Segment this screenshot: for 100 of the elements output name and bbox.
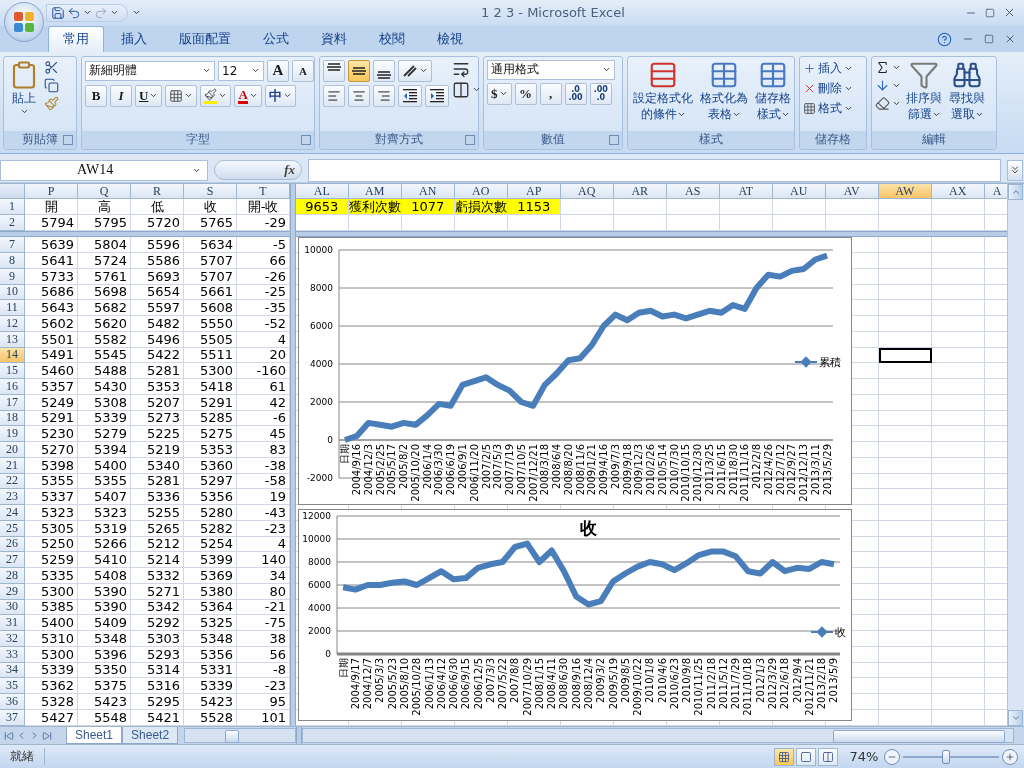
axis-tick-label: 2010/6/23 [668, 658, 680, 710]
table-cell: 高 [78, 199, 131, 216]
cells-button[interactable]: 格式 [803, 99, 853, 117]
shrink-font-button[interactable]: A [292, 59, 314, 82]
axis-tick-label: 2010/2/26 [644, 444, 656, 496]
axis-tick-label: 2010/10/15 [680, 444, 692, 502]
column-header[interactable]: AO [454, 184, 508, 200]
axis-tick-label: 10000 [304, 245, 333, 256]
table-cell: 5266 [78, 536, 131, 553]
table-cell: 5331 [184, 662, 237, 679]
axis-tick-label: 4000 [307, 603, 331, 614]
ribbon-tab[interactable]: 校閱 [364, 25, 420, 52]
insert-function-button[interactable]: fx [214, 160, 302, 181]
font-color-button[interactable]: A [234, 84, 262, 107]
table-cell: 5336 [131, 489, 184, 506]
number-format-field[interactable]: 通用格式 [487, 59, 615, 80]
axis-tick-label: 2000 [309, 397, 333, 408]
table-cell: 5355 [25, 473, 78, 490]
table-cell: 5212 [131, 536, 184, 553]
column-header[interactable]: S [184, 184, 237, 200]
table-cell: 5380 [184, 583, 237, 600]
axis-tick-label: 2012/3/29 [766, 658, 778, 710]
table-cell: 開 [25, 199, 78, 216]
name-box[interactable]: AW14 [0, 159, 208, 181]
table-cell: 5608 [184, 300, 237, 317]
column-header[interactable]: AU [772, 184, 826, 200]
table-cell: 5249 [25, 394, 78, 411]
status-text: 就緒 [0, 748, 45, 766]
ribbon-tab[interactable]: 常用 [48, 25, 104, 52]
styles-button[interactable]: 格式化為 表格 [698, 59, 750, 131]
column-header[interactable]: AT [719, 184, 773, 200]
column-header[interactable]: AL [295, 184, 349, 200]
column-header[interactable]: AN [401, 184, 455, 200]
column-header[interactable]: AV [825, 184, 879, 200]
group-label: 儲存格 [815, 131, 851, 149]
ribbon-tab[interactable]: 版面配置 [164, 25, 246, 52]
italic-button[interactable]: I [110, 84, 132, 107]
column-header[interactable]: AW [878, 184, 932, 200]
column-header[interactable]: AR [613, 184, 667, 200]
cells-button[interactable]: 刪除 [803, 79, 853, 97]
column-header[interactable]: P [25, 184, 78, 200]
table-cell: 5328 [25, 694, 78, 710]
table-cell: 5291 [25, 410, 78, 427]
find-select-button[interactable]: 尋找與 選取 [947, 59, 987, 131]
table-cell: 5325 [184, 615, 237, 632]
table-cell: 9653 [295, 199, 349, 216]
column-header[interactable]: Q [78, 184, 131, 200]
table-cell: 5482 [131, 316, 184, 332]
table-cell: 5528 [184, 709, 237, 726]
axis-tick-label: 2012/1/3 [754, 658, 766, 704]
column-header[interactable]: T [237, 184, 290, 200]
axis-tick-label: 2008/12/4 [582, 658, 594, 710]
column-header[interactable]: AM [348, 184, 402, 200]
paste-button[interactable]: 貼上 [7, 59, 41, 131]
column-header[interactable]: AQ [560, 184, 614, 200]
styles-button[interactable]: 設定格式化 的條件 [631, 59, 695, 131]
table-cell: 5265 [131, 520, 184, 537]
column-header[interactable]: AP [507, 184, 561, 200]
font-name-field[interactable]: 新細明體 [85, 60, 215, 81]
column-header[interactable]: AS [666, 184, 720, 200]
bold-button[interactable]: B [85, 84, 107, 107]
ribbon-tab[interactable]: 插入 [106, 25, 162, 52]
axis-tick-label: 2011/10/18 [742, 658, 754, 716]
underline-button[interactable]: U [135, 84, 163, 107]
grow-font-button[interactable]: A [267, 59, 289, 82]
group-label: 編輯 [922, 131, 946, 149]
axis-tick-label: 2004/9/16 [350, 444, 362, 496]
axis-tick-label: 2005/8/2 [397, 444, 409, 490]
sheet-tab[interactable]: Sheet1 [66, 727, 123, 745]
phonetic-button[interactable]: 中 [264, 84, 296, 107]
font-size-field[interactable]: 12 [218, 60, 264, 81]
axis-tick-label: 2008/9/16 [570, 658, 582, 710]
axis-tick-label: 2008/6/4 [550, 444, 562, 490]
table-cell: 5693 [131, 268, 184, 285]
table-cell: 5396 [78, 646, 131, 663]
ribbon-tab[interactable]: 公式 [248, 25, 304, 52]
percent-button[interactable]: % [514, 82, 537, 105]
cells-button[interactable]: 插入 [803, 59, 853, 77]
axis-tick-label: 2006/1/4 [421, 444, 433, 490]
table-cell: 獲利次數 [348, 199, 402, 216]
currency-button[interactable]: $ [487, 82, 512, 105]
ribbon-tab[interactable]: 檢視 [422, 25, 478, 52]
ribbon-tab[interactable]: 資料 [306, 25, 362, 52]
column-header[interactable]: A [984, 184, 1007, 200]
table-cell: 5707 [184, 253, 237, 269]
row-header: 36 [0, 694, 25, 710]
styles-button[interactable]: 儲存格 樣式 [753, 59, 793, 131]
axis-tick-label: 6000 [307, 580, 331, 591]
axis-tick-label: 2005/8/10 [398, 658, 410, 710]
column-header[interactable]: R [131, 184, 184, 200]
axis-tick-label: 2013/5/29 [821, 444, 833, 496]
comma-button[interactable]: , [539, 82, 562, 105]
increase-decimal-button[interactable]: .0 .00 [564, 82, 587, 105]
table-cell: 5316 [131, 678, 184, 695]
decrease-decimal-button[interactable]: .00 .0 [589, 82, 612, 105]
table-cell: 5501 [25, 331, 78, 348]
sheet-tab[interactable]: Sheet2 [122, 727, 179, 745]
column-header[interactable]: AX [931, 184, 985, 200]
sort-filter-button[interactable]: 排序與 篩選 [904, 59, 944, 131]
table-cell: 5430 [78, 379, 131, 395]
